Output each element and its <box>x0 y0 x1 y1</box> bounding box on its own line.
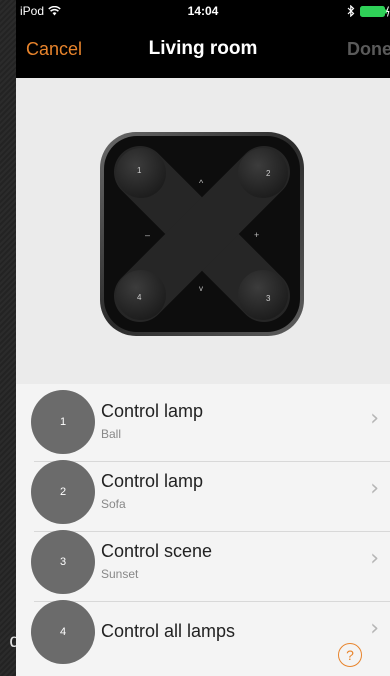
action-subtitle: Sunset <box>101 567 139 581</box>
status-right <box>347 5 390 17</box>
status-bar: iPod 14:04 <box>16 0 390 22</box>
chevron-right-icon: › <box>370 476 379 501</box>
list-item[interactable]: 4 Control all lamps › <box>16 594 390 672</box>
status-time: 14:04 <box>187 4 219 18</box>
chevron-right-icon: › <box>370 546 379 571</box>
done-button[interactable]: Done <box>347 39 390 60</box>
button-number-badge: 3 <box>31 530 95 594</box>
down-arrow-icon: v <box>199 284 203 293</box>
remote-switch-image: 1 2 3 4 ^ v – + <box>100 132 304 336</box>
bluetooth-icon <box>347 5 355 17</box>
action-title: Control scene <box>101 541 213 561</box>
button-actions-list: 1 Control lamp Ball › 2 Control lamp Sof… <box>16 384 390 676</box>
remote-label-2: 2 <box>266 169 271 178</box>
action-title: Control lamp <box>101 401 204 421</box>
action-title: Control all lamps <box>101 621 236 641</box>
page-title: Living room <box>148 38 258 59</box>
chevron-right-icon: › <box>370 406 379 431</box>
battery-icon <box>360 5 390 17</box>
remote-preview-area: 1 2 3 4 ^ v – + <box>16 78 390 384</box>
plus-icon: + <box>254 230 259 240</box>
remote-label-3: 3 <box>266 294 271 303</box>
minus-icon: – <box>145 230 150 240</box>
remote-label-4: 4 <box>137 293 142 302</box>
list-item[interactable]: 1 Control lamp Ball › <box>16 384 390 462</box>
navigation-bar: Cancel Living room Done <box>16 22 390 78</box>
action-subtitle: Ball <box>101 427 122 441</box>
remote-label-1: 1 <box>137 166 142 175</box>
help-icon[interactable]: ? <box>338 643 362 667</box>
action-subtitle: Sofa <box>101 497 126 511</box>
phone-screen: iPod 14:04 Cancel Living room Done 1 2 3… <box>16 0 390 676</box>
remote-button-3[interactable] <box>238 270 288 320</box>
list-item[interactable]: 3 Control scene Sunset › <box>16 524 390 602</box>
button-number-badge: 2 <box>31 460 95 524</box>
list-item[interactable]: 2 Control lamp Sofa › <box>16 454 390 532</box>
button-number-badge: 4 <box>31 600 95 664</box>
button-number-badge: 1 <box>31 390 95 454</box>
chevron-right-icon: › <box>370 616 379 641</box>
action-title: Control lamp <box>101 471 204 491</box>
remote-button-2[interactable] <box>238 148 288 198</box>
